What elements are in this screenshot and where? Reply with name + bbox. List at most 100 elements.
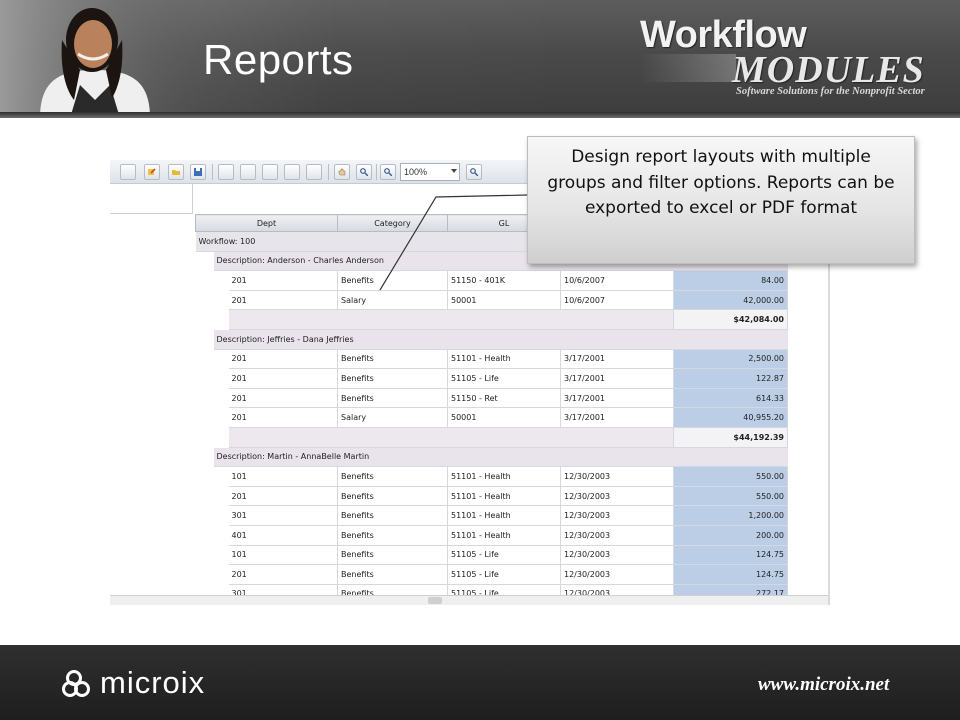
group-indent [213,545,229,565]
column-header-category[interactable]: Category [337,214,448,232]
cell-dept: 201 [228,368,338,389]
cell-date: 10/6/2007 [560,290,674,311]
group-indent [195,505,214,526]
group-indent [195,466,214,487]
table-row[interactable]: 101 Benefits 51105 - Life 12/30/2003 124.75 [195,545,788,566]
cell-date: 12/30/2003 [560,545,674,566]
magnifier-icon[interactable] [356,164,372,180]
column-header-dept[interactable]: Dept [195,214,338,232]
table-row[interactable]: 401 Benefits 51101 - Health 12/30/2003 200.0… [195,525,788,546]
cell-amount: 122.87 [673,368,788,389]
cell-gl: 51150 - Ret [447,388,561,409]
subtotal-row: $42,084.00 [195,309,788,330]
group-indent [195,388,214,408]
cell-amount: 1,200.00 [673,505,788,526]
group-indent [195,407,214,428]
group-indent [213,368,229,389]
zoom-in-icon[interactable] [466,164,482,180]
table-row[interactable]: 301 Benefits 51101 - Health 12/30/2003 1,200… [195,505,788,526]
microix-logo-icon [62,670,90,697]
subtotal-spacer [228,427,674,448]
cell-dept: 201 [228,564,338,585]
table-row[interactable]: 201 Benefits 51101 - Health 12/30/2003 550.0… [195,486,788,507]
cell-category: Benefits [337,486,448,507]
table-row[interactable]: 201 Salary 50001 10/6/2007 42,000.00 [195,290,788,311]
subtotal-amount: $44,192.39 [673,427,788,448]
cell-date: 12/30/2003 [560,466,674,487]
group-indent [195,290,214,310]
slide-footer: microix www.microix.net [0,645,960,720]
cell-gl: 51101 - Health [447,505,561,526]
table-row[interactable]: 201 Benefits 51150 - Ret 3/17/2001 614.33 [195,388,788,409]
cell-gl: 51150 - 401K [447,270,561,291]
open-folder-icon[interactable] [168,164,184,180]
table-row[interactable]: 201 Benefits 51105 - Life 12/30/2003 124.75 [195,564,788,585]
group-indent [195,368,214,389]
presenter-portrait-image [0,0,200,118]
cell-gl: 51105 - Life [447,545,561,566]
print-icon[interactable] [240,164,256,180]
horizontal-scrollbar[interactable] [110,595,828,605]
zoom-level-select[interactable]: 100% [400,163,460,181]
header-bottom-edge [0,112,960,118]
cell-dept: 101 [228,545,338,566]
description-group-label: Description: Jeffries - Dana Jeffries [213,329,788,350]
group-indent [213,466,229,487]
report-table: Dept Category GL Workflow: 100 Descripti… [195,214,788,605]
cell-amount: 40,955.20 [673,407,788,428]
cell-gl: 51101 - Health [447,525,561,546]
cell-dept: 201 [228,349,338,370]
cell-gl: 50001 [447,407,561,428]
group-indent [213,349,229,369]
group-indent [213,309,229,330]
page-margin-guide [110,213,192,214]
table-row[interactable]: 201 Benefits 51101 - Health 3/17/2001 2,500.… [195,349,788,370]
group-indent [213,505,229,526]
cell-amount: 550.00 [673,466,788,487]
cell-date: 3/17/2001 [560,368,674,389]
cell-category: Salary [337,290,448,311]
cell-dept: 301 [228,505,338,526]
cell-gl: 51101 - Health [447,486,561,507]
description-group-row: Description: Martin - AnnaBelle Martin [195,447,788,468]
cell-date: 10/6/2007 [560,270,674,291]
group-indent [195,427,214,448]
table-row[interactable]: 201 Benefits 51150 - 401K 10/6/2007 84.00 [195,270,788,291]
cell-category: Benefits [337,349,448,370]
page-setup-icon[interactable] [218,164,234,180]
cell-category: Salary [337,407,448,428]
description-group-row: Description: Jeffries - Dana Jeffries [195,329,788,350]
group-indent [195,251,214,271]
page-margin-guide [192,184,193,214]
cell-gl: 51105 - Life [447,564,561,585]
description-group-label: Description: Martin - AnnaBelle Martin [213,447,788,468]
zoom-out-icon[interactable] [380,164,396,180]
edit-report-icon[interactable] [144,164,160,180]
cell-category: Benefits [337,525,448,546]
logo-streak [640,54,736,82]
print-preview-icon[interactable] [284,164,300,180]
toolbar-separator [212,164,213,180]
quick-print-icon[interactable] [262,164,278,180]
toolbar-handle-icon[interactable] [120,164,136,180]
cell-gl: 51101 - Health [447,349,561,370]
hand-tool-icon[interactable] [334,164,350,180]
cell-date: 3/17/2001 [560,349,674,370]
cell-amount: 84.00 [673,270,788,291]
footer-url[interactable]: www.microix.net [758,674,889,696]
cell-date: 3/17/2001 [560,407,674,428]
table-row[interactable]: 201 Salary 50001 3/17/2001 40,955.20 [195,407,788,428]
cell-dept: 201 [228,388,338,409]
cell-dept: 201 [228,407,338,428]
export-icon[interactable] [306,164,322,180]
scrollbar-thumb[interactable] [428,597,442,604]
save-icon[interactable] [190,164,206,180]
group-indent [195,309,214,330]
group-indent [195,525,214,545]
toolbar-separator [328,164,329,180]
slide-header: Reports Workflow MODULES Software Soluti… [0,0,960,118]
cell-dept: 201 [228,290,338,311]
callout-text: Design report layouts with multiple grou… [547,147,895,218]
table-row[interactable]: 101 Benefits 51101 - Health 12/30/2003 550.0… [195,466,788,487]
table-row[interactable]: 201 Benefits 51105 - Life 3/17/2001 122.87 [195,368,788,389]
